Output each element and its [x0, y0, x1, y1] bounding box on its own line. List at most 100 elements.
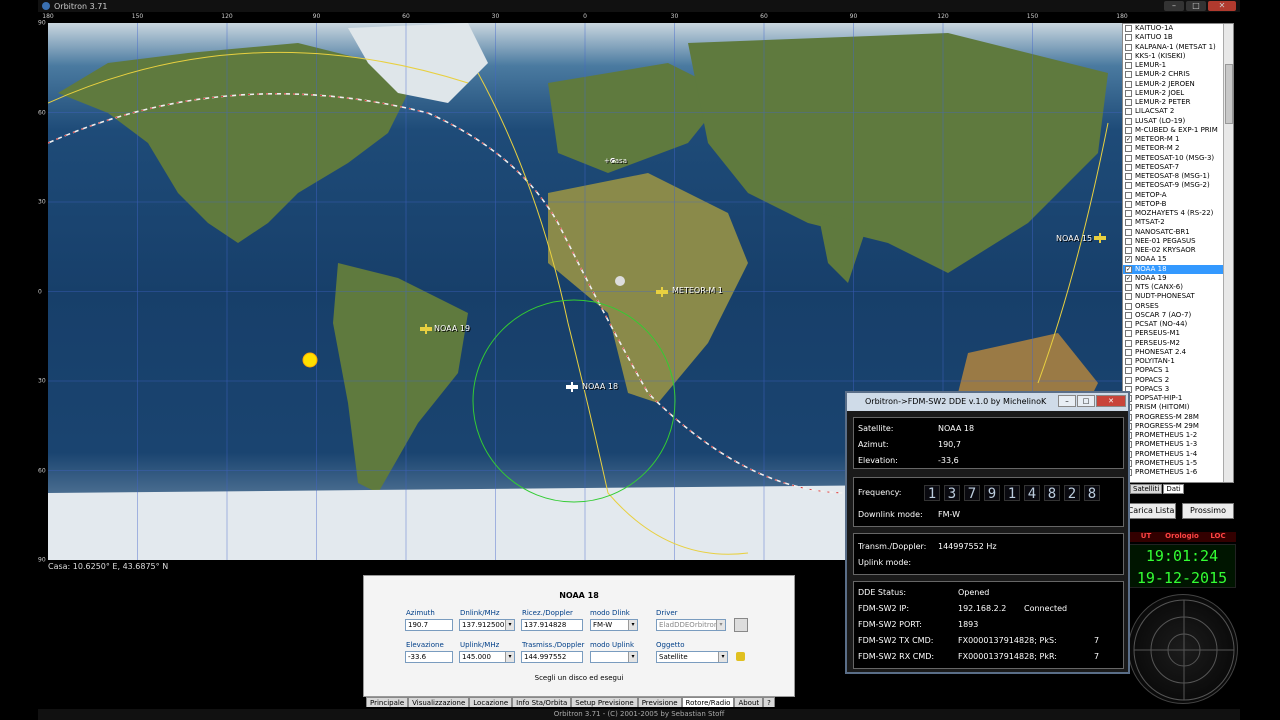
list-item[interactable]: METEOSAT-8 (MSG-1)	[1123, 172, 1233, 181]
elevazione-field[interactable]: -33.6	[405, 651, 453, 663]
list-item[interactable]: PRISM (HITOMI)	[1123, 403, 1233, 412]
tab-satelliti[interactable]: Satelliti	[1130, 484, 1163, 494]
checkbox[interactable]	[1125, 62, 1132, 70]
frequency-digit[interactable]: 8	[1044, 485, 1060, 502]
meteor-m1-label[interactable]: METEOR-M 1	[672, 286, 723, 295]
list-item[interactable]: NANOSATC-BR1	[1123, 228, 1233, 237]
list-item[interactable]: POPSAT-HIP-1	[1123, 394, 1233, 403]
list-item[interactable]: PROMETHEUS 1-3	[1123, 440, 1233, 449]
driver-select[interactable]: EladDDEOrbitron ▾	[656, 619, 726, 631]
dde-close-button[interactable]: ✕	[1096, 395, 1126, 407]
oggetto-select[interactable]: Satellite ▾	[656, 651, 728, 663]
list-item[interactable]: LEMUR-2 JEROEN	[1123, 80, 1233, 89]
list-item[interactable]: POPACS 3	[1123, 385, 1233, 394]
checkbox[interactable]: ✓	[1125, 265, 1132, 273]
dde-maximize-button[interactable]: □	[1077, 395, 1095, 407]
list-item[interactable]: LEMUR-2 JOEL	[1123, 89, 1233, 98]
list-item[interactable]: NEE-02 KRYSAOR	[1123, 246, 1233, 255]
checkbox[interactable]	[1125, 293, 1132, 301]
list-item[interactable]: PROMETHEUS 1-6	[1123, 468, 1233, 477]
checkbox[interactable]	[1125, 43, 1132, 51]
checkbox[interactable]	[1125, 108, 1132, 116]
list-item[interactable]: PROMETHEUS 1-4	[1123, 450, 1233, 459]
clock-ut-label[interactable]: UT	[1128, 532, 1164, 542]
checkbox[interactable]	[1125, 358, 1132, 366]
lock-icon[interactable]	[736, 652, 745, 661]
checkbox[interactable]	[1125, 191, 1132, 199]
list-item[interactable]: PROGRESS-M 29M	[1123, 422, 1233, 431]
bottom-tab[interactable]: Rotore/Radio	[681, 697, 735, 707]
noaa15-label[interactable]: NOAA 15	[1056, 234, 1092, 243]
checkbox[interactable]	[1125, 163, 1132, 171]
checkbox[interactable]	[1125, 34, 1132, 42]
list-item[interactable]: METEOSAT-9 (MSG-2)	[1123, 181, 1233, 190]
dde-minimize-button[interactable]: –	[1058, 395, 1076, 407]
checkbox[interactable]	[1125, 71, 1132, 79]
list-item[interactable]: ✓ NOAA 15	[1123, 255, 1233, 264]
bottom-tab[interactable]: About	[734, 697, 764, 707]
maximize-button[interactable]: □	[1186, 1, 1206, 11]
dnlink-select[interactable]: 137.912500 ▾	[459, 619, 515, 631]
checkbox[interactable]: ✓	[1125, 256, 1132, 264]
list-item[interactable]: METOP-A	[1123, 191, 1233, 200]
checkbox[interactable]	[1125, 376, 1132, 384]
checkbox[interactable]	[1125, 200, 1132, 208]
checkbox[interactable]	[1125, 228, 1132, 236]
list-item[interactable]: KALPANA-1 (METSAT 1)	[1123, 43, 1233, 52]
driver-settings-icon[interactable]	[734, 618, 748, 632]
noaa19-label[interactable]: NOAA 19	[434, 324, 470, 333]
checkbox[interactable]	[1125, 154, 1132, 162]
list-item[interactable]: PHONESAT 2.4	[1123, 348, 1233, 357]
list-item[interactable]: NEE-01 PEGASUS	[1123, 237, 1233, 246]
bottom-tab[interactable]: Setup Previsione	[571, 697, 638, 707]
carica-lista-button[interactable]: Carica Lista	[1126, 503, 1176, 519]
checkbox[interactable]: ✓	[1125, 274, 1132, 282]
checkbox[interactable]	[1125, 173, 1132, 181]
modo-dlink-select[interactable]: FM-W ▾	[590, 619, 638, 631]
list-item[interactable]: ✓ NOAA 19	[1123, 274, 1233, 283]
checkbox[interactable]	[1125, 237, 1132, 245]
list-item[interactable]: ORSES	[1123, 302, 1233, 311]
bottom-tab[interactable]: Locazione	[469, 697, 513, 707]
list-item[interactable]: KAITUO-1A	[1123, 24, 1233, 33]
list-item[interactable]: OSCAR 7 (AO-7)	[1123, 311, 1233, 320]
frequency-digit[interactable]: 3	[944, 485, 960, 502]
checkbox[interactable]	[1125, 330, 1132, 338]
list-item[interactable]: METOP-B	[1123, 200, 1233, 209]
list-item[interactable]: POPACS 1	[1123, 366, 1233, 375]
list-item[interactable]: NTS (CANX-6)	[1123, 283, 1233, 292]
uplink-select[interactable]: 145.000 ▾	[459, 651, 515, 663]
checkbox[interactable]	[1125, 182, 1132, 190]
checkbox[interactable]	[1125, 126, 1132, 134]
frequency-digit[interactable]: 4	[1024, 485, 1040, 502]
checkbox[interactable]	[1125, 80, 1132, 88]
bottom-tab[interactable]: Principale	[366, 697, 409, 707]
checkbox[interactable]	[1125, 145, 1132, 153]
list-item[interactable]: POPACS 2	[1123, 376, 1233, 385]
list-item[interactable]: LUSAT (LO-19)	[1123, 117, 1233, 126]
list-item[interactable]: MOZHAYETS 4 (RS-22)	[1123, 209, 1233, 218]
list-item[interactable]: MTSAT-2	[1123, 218, 1233, 227]
list-item[interactable]: LILACSAT 2	[1123, 107, 1233, 116]
checkbox[interactable]	[1125, 25, 1132, 33]
list-item[interactable]: NUDT-PHONESAT	[1123, 292, 1233, 301]
checkbox[interactable]: ✓	[1125, 136, 1132, 144]
modo-uplink-select[interactable]: ▾	[590, 651, 638, 663]
list-item[interactable]: METEOSAT-10 (MSG-3)	[1123, 154, 1233, 163]
checkbox[interactable]	[1125, 117, 1132, 125]
list-item[interactable]: LEMUR-2 CHRIS	[1123, 70, 1233, 79]
checkbox[interactable]	[1125, 219, 1132, 227]
list-item[interactable]: LEMUR-2 PETER	[1123, 98, 1233, 107]
noaa18-label[interactable]: NOAA 18	[582, 382, 618, 391]
frequency-digit[interactable]: 1	[924, 485, 940, 502]
list-item[interactable]: METEOSAT-7	[1123, 163, 1233, 172]
list-item[interactable]: METEOR-M 2	[1123, 144, 1233, 153]
list-scrollbar[interactable]	[1223, 24, 1233, 482]
satellite-list[interactable]: KAITUO-1A KAITUO 1B KALPANA-1 (METSAT 1) KK…	[1122, 23, 1234, 483]
list-item[interactable]: PERSEUS-M1	[1123, 329, 1233, 338]
list-item[interactable]: KKS-1 (KISEKI)	[1123, 52, 1233, 61]
frequency-digit[interactable]: 2	[1064, 485, 1080, 502]
checkbox[interactable]	[1125, 52, 1132, 60]
list-item[interactable]: POLYITAN-1	[1123, 357, 1233, 366]
trasm-field[interactable]: 144.997552	[521, 651, 583, 663]
